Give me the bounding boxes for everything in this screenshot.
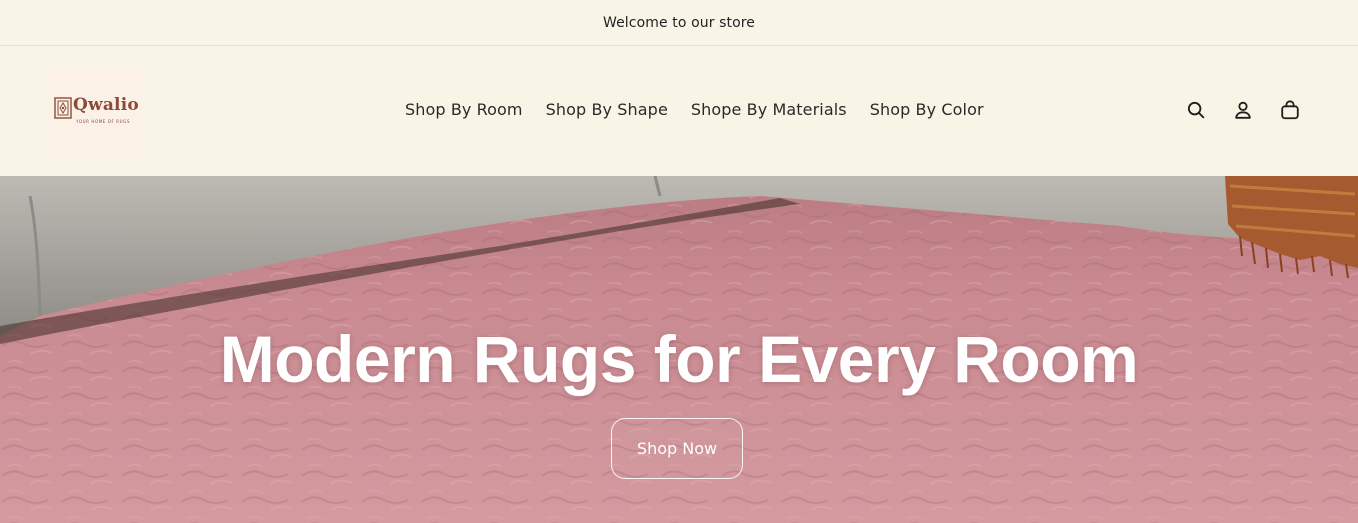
main-nav: Shop By Room Shop By Shape Shope By Mate… (397, 97, 992, 123)
header-icons (1184, 98, 1302, 122)
cart-button[interactable] (1278, 98, 1302, 122)
search-button[interactable] (1184, 98, 1208, 122)
announcement-text: Welcome to our store (602, 14, 756, 31)
nav-item-shop-by-room[interactable]: Shop By Room (397, 97, 531, 123)
logo[interactable]: Qwalio YOUR HOME OF RUGS (46, 67, 144, 157)
account-button[interactable] (1231, 98, 1255, 122)
search-icon (1187, 101, 1205, 119)
site-header: Qwalio YOUR HOME OF RUGS Shop By Room Sh… (0, 47, 1358, 176)
logo-tagline: YOUR HOME OF RUGS (76, 119, 131, 124)
logo-wordmark: Qwalio (73, 95, 139, 115)
cart-icon (1281, 100, 1299, 120)
shop-now-button[interactable]: Shop Now (611, 418, 743, 479)
hero-title: Modern Rugs for Every Room (219, 322, 1139, 396)
nav-item-shop-by-materials[interactable]: Shope By Materials (683, 97, 855, 123)
announcement-bar: Welcome to our store (0, 0, 1358, 46)
nav-item-shop-by-shape[interactable]: Shop By Shape (538, 97, 676, 123)
account-icon (1235, 101, 1251, 119)
hero-banner: Modern Rugs for Every Room Shop Now (0, 176, 1358, 523)
rug-emblem-icon (54, 97, 72, 119)
nav-item-shop-by-color[interactable]: Shop By Color (862, 97, 992, 123)
